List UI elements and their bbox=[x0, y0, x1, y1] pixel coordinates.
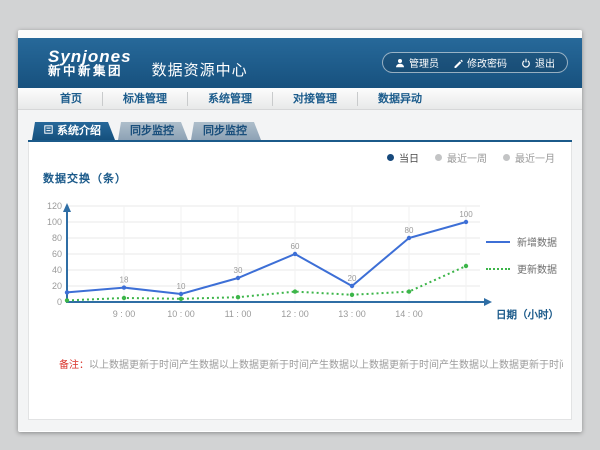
footnote-prefix: 备注： bbox=[59, 360, 89, 371]
change-password-label: 修改密码 bbox=[467, 55, 507, 70]
nav-item-home[interactable]: 首页 bbox=[40, 92, 103, 106]
series-legend: 新增数据 更新数据 bbox=[486, 234, 557, 276]
y-axis-label: 数据交换（条） bbox=[43, 170, 127, 186]
change-password-button[interactable]: 修改密码 bbox=[453, 55, 507, 70]
tab-label: 同步监控 bbox=[203, 122, 247, 140]
nav-item-interface-mgmt[interactable]: 对接管理 bbox=[273, 92, 358, 106]
nav-item-data-change[interactable]: 数据异动 bbox=[358, 92, 442, 106]
svg-text:30: 30 bbox=[234, 266, 243, 275]
form-icon bbox=[44, 122, 53, 140]
filter-option-last-week[interactable]: 最近一周 bbox=[435, 150, 487, 165]
svg-text:日期（小时）: 日期（小时） bbox=[496, 308, 559, 321]
svg-text:20: 20 bbox=[348, 274, 357, 283]
tab-bar: 系统介绍 同步监控 同步监控 bbox=[32, 122, 264, 140]
svg-text:0: 0 bbox=[57, 297, 62, 307]
tab-sync-monitor-2[interactable]: 同步监控 bbox=[191, 122, 261, 140]
chart-panel: 当日 最近一周 最近一月 数据交换（条） 0 20 40 60 80 100 120 9 : … bbox=[28, 142, 572, 420]
logout-label: 退出 bbox=[535, 55, 555, 70]
brand-logo: Synjones 新中新集团 bbox=[48, 48, 132, 79]
radio-dot-icon bbox=[387, 154, 394, 161]
legend-label: 更新数据 bbox=[517, 261, 557, 276]
svg-text:100: 100 bbox=[47, 217, 62, 227]
user-icon bbox=[395, 58, 405, 68]
legend-item-new-data[interactable]: 新增数据 bbox=[486, 234, 557, 249]
svg-text:20: 20 bbox=[52, 281, 62, 291]
app-header: Synjones 新中新集团 数据资源中心 管理员 修改密码 退出 bbox=[18, 38, 582, 88]
main-nav: 首页 标准管理 系统管理 对接管理 数据异动 bbox=[18, 88, 582, 110]
svg-text:120: 120 bbox=[47, 201, 62, 211]
user-label: 管理员 bbox=[409, 55, 439, 70]
svg-text:80: 80 bbox=[405, 226, 414, 235]
tab-label: 同步监控 bbox=[130, 122, 174, 140]
nav-item-system-mgmt[interactable]: 系统管理 bbox=[188, 92, 273, 106]
legend-item-update-data[interactable]: 更新数据 bbox=[486, 261, 557, 276]
power-icon bbox=[521, 58, 531, 68]
svg-text:11 : 00: 11 : 00 bbox=[225, 309, 252, 319]
tab-label: 系统介绍 bbox=[57, 122, 101, 140]
svg-text:18: 18 bbox=[120, 276, 129, 285]
time-range-filter: 当日 最近一周 最近一月 bbox=[387, 150, 555, 165]
radio-dot-icon bbox=[503, 154, 510, 161]
filter-label: 最近一月 bbox=[515, 150, 555, 165]
svg-text:10 : 00: 10 : 00 bbox=[167, 309, 195, 319]
svg-text:80: 80 bbox=[52, 233, 62, 243]
tab-system-intro[interactable]: 系统介绍 bbox=[32, 122, 115, 140]
app-window: Synjones 新中新集团 数据资源中心 管理员 修改密码 退出 bbox=[18, 30, 582, 432]
radio-dot-icon bbox=[435, 154, 442, 161]
svg-text:9 : 00: 9 : 00 bbox=[113, 309, 136, 319]
dotted-line-icon bbox=[486, 268, 510, 270]
svg-text:14 : 00: 14 : 00 bbox=[395, 309, 423, 319]
page-title: 数据资源中心 bbox=[152, 59, 248, 80]
tab-sync-monitor-1[interactable]: 同步监控 bbox=[118, 122, 188, 140]
solid-line-icon bbox=[486, 241, 510, 243]
user-toolbar: 管理员 修改密码 退出 bbox=[382, 52, 568, 73]
legend-label: 新增数据 bbox=[517, 234, 557, 249]
window-chrome bbox=[18, 30, 582, 38]
content-area: 系统介绍 同步监控 同步监控 当日 最近一 bbox=[18, 110, 582, 431]
filter-option-today[interactable]: 当日 bbox=[387, 150, 419, 165]
user-menu-button[interactable]: 管理员 bbox=[395, 55, 439, 70]
svg-text:60: 60 bbox=[291, 242, 300, 251]
logout-button[interactable]: 退出 bbox=[521, 55, 555, 70]
svg-text:12 : 00: 12 : 00 bbox=[281, 309, 309, 319]
svg-text:13 : 00: 13 : 00 bbox=[338, 309, 366, 319]
brand-logo-cn: 新中新集团 bbox=[48, 65, 132, 78]
filter-option-last-month[interactable]: 最近一月 bbox=[503, 150, 555, 165]
screen: Synjones 新中新集团 数据资源中心 管理员 修改密码 退出 bbox=[0, 0, 600, 450]
nav-item-standard-mgmt[interactable]: 标准管理 bbox=[103, 92, 188, 106]
footnote-text: 以上数据更新于时间产生数据以上数据更新于时间产生数据以上数据更新于时间产生数据以… bbox=[89, 360, 563, 371]
svg-text:100: 100 bbox=[459, 210, 473, 219]
filter-label: 最近一周 bbox=[447, 150, 487, 165]
brand-logo-en: Synjones bbox=[48, 48, 132, 66]
svg-text:60: 60 bbox=[52, 249, 62, 259]
footnote: 备注：以上数据更新于时间产生数据以上数据更新于时间产生数据以上数据更新于时间产生… bbox=[59, 356, 563, 371]
svg-text:10: 10 bbox=[177, 282, 186, 291]
filter-label: 当日 bbox=[399, 150, 419, 165]
svg-text:40: 40 bbox=[52, 265, 62, 275]
edit-icon bbox=[453, 58, 463, 68]
